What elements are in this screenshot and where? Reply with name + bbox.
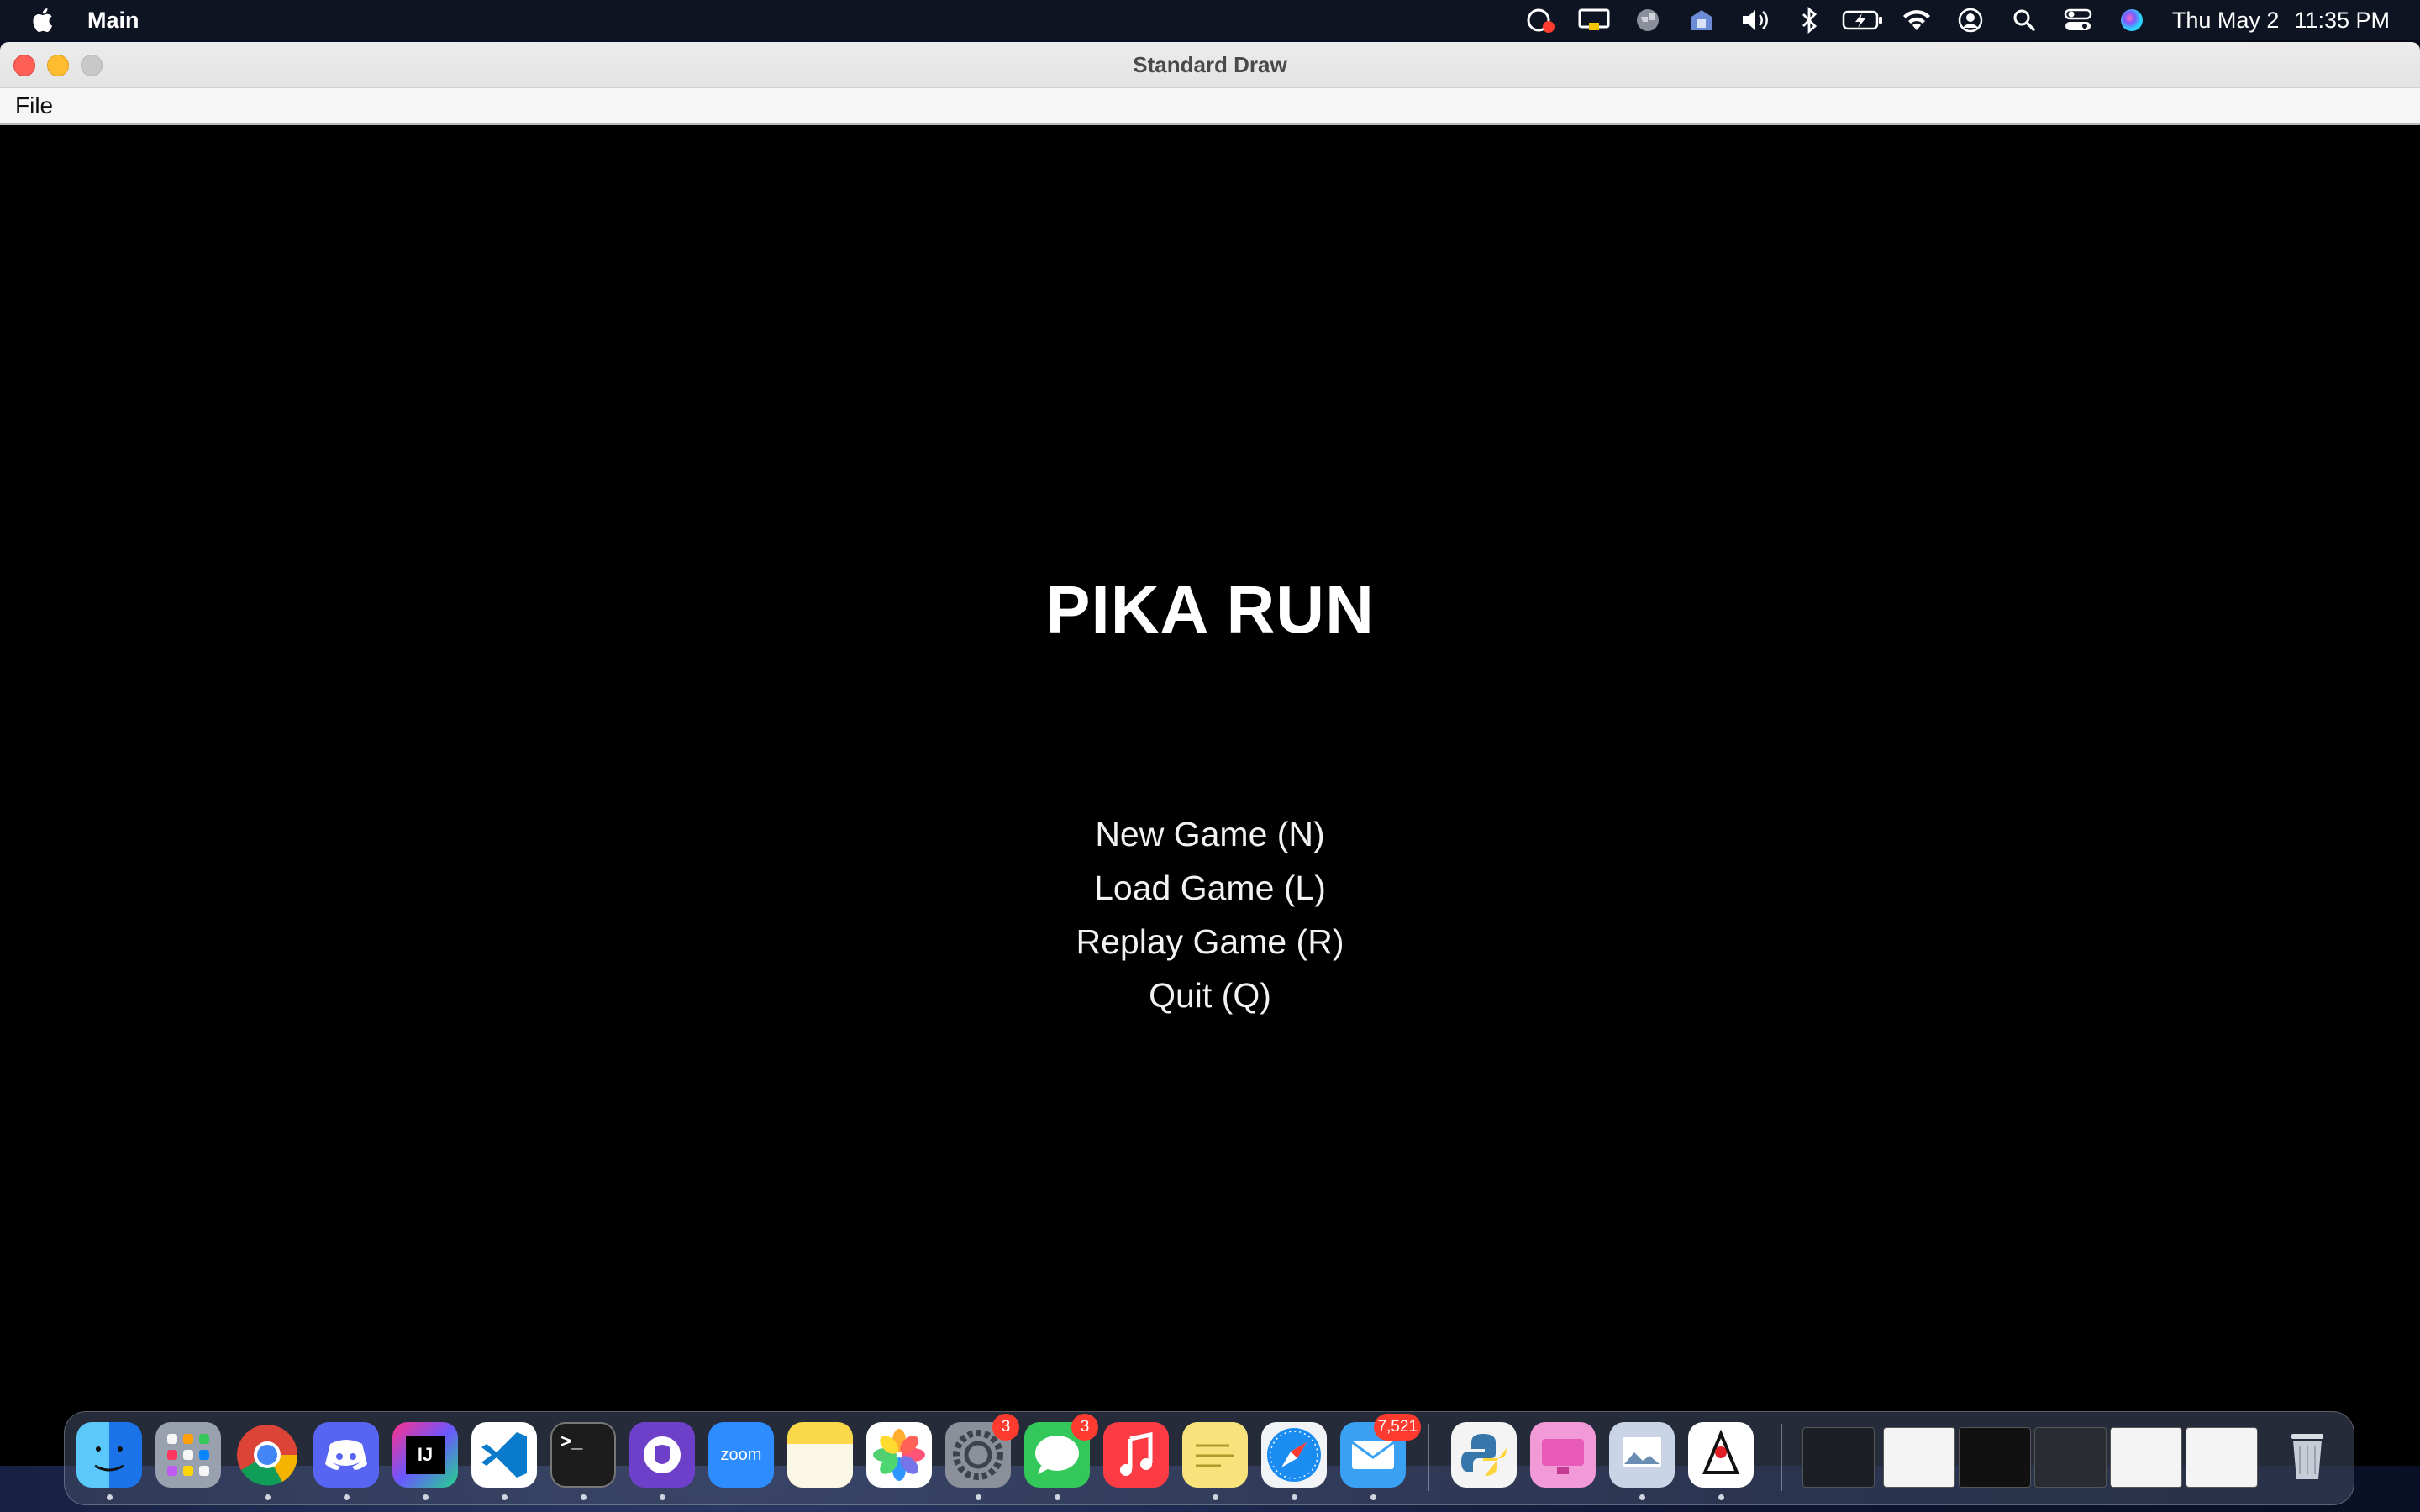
github-desktop-icon[interactable]: [629, 1422, 695, 1488]
notes-icon[interactable]: [787, 1422, 853, 1488]
status-area: Thu May 2 11:35 PM: [1513, 0, 2390, 40]
standard-draw-window: Standard Draw File PIKA RUN New Game (N)…: [0, 42, 2420, 1466]
clock-time: 11:35 PM: [2294, 7, 2390, 33]
running-indicator: [265, 1494, 271, 1500]
safari-icon[interactable]: [1261, 1422, 1327, 1488]
running-indicator: [1055, 1494, 1060, 1500]
volume-icon[interactable]: [1728, 0, 1782, 40]
user-icon[interactable]: [1944, 0, 1997, 40]
cleanmymac-icon[interactable]: [1530, 1422, 1596, 1488]
apple-menu-icon[interactable]: [30, 8, 54, 33]
java-icon[interactable]: [1688, 1422, 1754, 1488]
wifi-icon[interactable]: [1890, 0, 1944, 40]
discord-icon[interactable]: [313, 1422, 379, 1488]
game-title: PIKA RUN: [1045, 572, 1375, 647]
music-icon[interactable]: [1103, 1422, 1169, 1488]
running-indicator: [1292, 1494, 1297, 1500]
running-indicator: [1370, 1494, 1376, 1500]
running-indicator: [976, 1494, 981, 1500]
menu-bar-clock[interactable]: Thu May 2 11:35 PM: [2172, 8, 2390, 34]
running-indicator: [1213, 1494, 1218, 1500]
running-indicator: [1639, 1494, 1645, 1500]
launchpad-icon[interactable]: [155, 1422, 221, 1488]
running-indicator: [660, 1494, 666, 1500]
window-title-bar[interactable]: Standard Draw: [0, 42, 2420, 88]
window-menu-bar: File: [0, 88, 2420, 125]
menu-bar: Main Thu May 2 11:35 PM: [0, 0, 2420, 40]
new-game-option[interactable]: New Game (N): [0, 815, 2420, 854]
minimized-window-thumbnail[interactable]: [1959, 1427, 2031, 1488]
window-title: Standard Draw: [1133, 52, 1287, 77]
minimized-window-thumbnail[interactable]: [1802, 1427, 1875, 1488]
notification-badge: 7,521: [1374, 1414, 1421, 1441]
system-settings-icon[interactable]: 3: [945, 1414, 1019, 1488]
control-center-icon[interactable]: [2051, 0, 2105, 40]
dock: IJ >_ zoom 3 3 7,521: [64, 1411, 2354, 1505]
running-indicator: [581, 1494, 587, 1500]
running-indicator: [107, 1494, 113, 1500]
bluetooth-icon[interactable]: [1782, 0, 1836, 40]
globe-icon[interactable]: [1621, 0, 1675, 40]
running-indicator: [344, 1494, 350, 1500]
minimized-window-thumbnail[interactable]: [2034, 1427, 2107, 1488]
replay-game-option[interactable]: Replay Game (R): [0, 922, 2420, 962]
load-game-option[interactable]: Load Game (L): [0, 869, 2420, 908]
terminal-label: >_: [560, 1432, 583, 1453]
notification-badge: 3: [1071, 1414, 1098, 1441]
finder-icon[interactable]: [76, 1422, 142, 1488]
minimized-window-thumbnail[interactable]: [1883, 1427, 1955, 1488]
stickies-icon[interactable]: [1182, 1422, 1248, 1488]
photos-icon[interactable]: [866, 1422, 932, 1488]
siri-icon[interactable]: [2105, 0, 2159, 40]
running-indicator: [423, 1494, 429, 1500]
trash-icon[interactable]: [2275, 1422, 2340, 1488]
active-app-name[interactable]: Main: [87, 8, 139, 34]
terminal-icon[interactable]: >_: [550, 1422, 616, 1488]
dock-separator: [1781, 1424, 1782, 1491]
intellij-icon[interactable]: IJ: [392, 1422, 458, 1488]
dock-separator: [1428, 1424, 1429, 1491]
vscode-icon[interactable]: [471, 1422, 537, 1488]
minimized-window-thumbnail[interactable]: [2110, 1427, 2182, 1488]
battery-icon[interactable]: [1836, 0, 1890, 40]
preview-icon[interactable]: [1609, 1422, 1675, 1488]
file-menu[interactable]: File: [15, 88, 53, 123]
messages-icon[interactable]: 3: [1024, 1414, 1098, 1488]
minimized-window-thumbnail[interactable]: [2186, 1427, 2258, 1488]
zoom-label: zoom: [720, 1445, 762, 1464]
running-indicator: [502, 1494, 508, 1500]
running-indicator: [1718, 1494, 1724, 1500]
game-canvas[interactable]: PIKA RUN New Game (N) Load Game (L) Repl…: [0, 126, 2420, 1466]
notification-badge: 3: [992, 1414, 1019, 1441]
quit-option[interactable]: Quit (Q): [0, 976, 2420, 1016]
clock-day: Thu May 2: [2171, 7, 2280, 33]
vpn-icon[interactable]: [1675, 0, 1728, 40]
zoom-icon[interactable]: zoom: [708, 1422, 774, 1488]
mail-icon[interactable]: 7,521: [1340, 1414, 1421, 1488]
intellij-label: IJ: [417, 1444, 434, 1465]
chrome-icon[interactable]: [234, 1422, 300, 1488]
display-icon[interactable]: [1567, 0, 1621, 40]
creative-cloud-icon[interactable]: [1513, 0, 1567, 40]
spotlight-icon[interactable]: [1997, 0, 2051, 40]
python-launcher-icon[interactable]: [1451, 1422, 1517, 1488]
